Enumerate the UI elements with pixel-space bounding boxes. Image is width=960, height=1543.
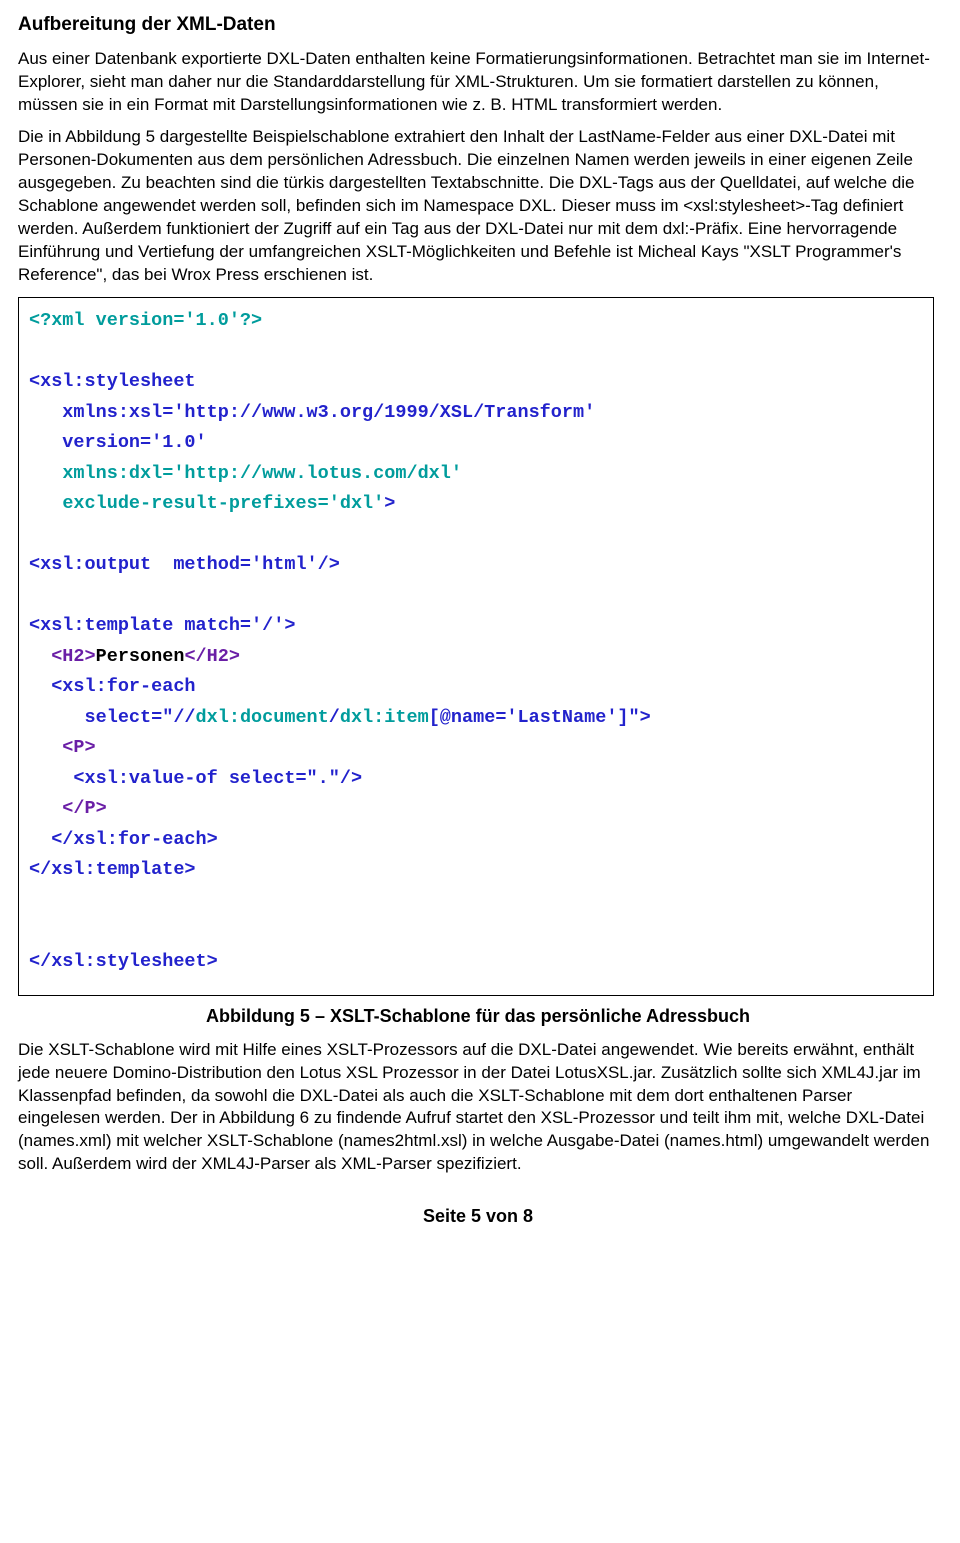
document-page: Aufbereitung der XML-Daten Aus einer Dat… (0, 0, 960, 1239)
code-listing: <?xml version='1.0'?> <xsl:stylesheet xm… (18, 297, 934, 996)
page-footer: Seite 5 von 8 (18, 1204, 938, 1228)
paragraph-3: Die XSLT-Schablone wird mit Hilfe eines … (18, 1039, 938, 1177)
figure-caption: Abbildung 5 – XSLT-Schablone für das per… (18, 1004, 938, 1028)
xslt-code: <?xml version='1.0'?> <xsl:stylesheet xm… (29, 306, 923, 977)
section-heading: Aufbereitung der XML-Daten (18, 12, 938, 38)
paragraph-2: Die in Abbildung 5 dargestellte Beispiel… (18, 126, 938, 287)
paragraph-1: Aus einer Datenbank exportierte DXL-Date… (18, 48, 938, 117)
